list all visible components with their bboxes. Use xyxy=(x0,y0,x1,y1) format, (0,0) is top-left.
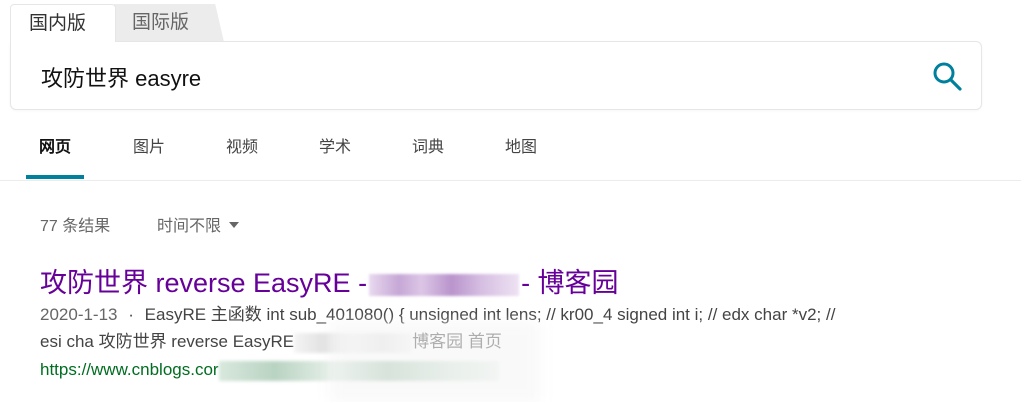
result-date: 2020-1-13 xyxy=(40,305,118,324)
region-tabs: 国内版 国际版 xyxy=(10,4,250,42)
result-title-suffix: - 博客园 xyxy=(521,268,619,298)
snippet-line-2: esi cha 攻防世界 reverse EasyRE xyxy=(40,332,295,351)
active-tab-indicator xyxy=(26,175,84,179)
tab-international[interactable]: 国际版 xyxy=(114,4,224,42)
redacted-snippet-segment xyxy=(294,332,413,353)
search-input[interactable] xyxy=(39,58,903,96)
snippet-line-2-end: 博客园 首页 xyxy=(412,332,502,351)
result-count: 77 条结果 xyxy=(40,218,111,235)
redacted-url-segment xyxy=(218,360,499,381)
tab-videos[interactable]: 视频 xyxy=(223,130,261,178)
nav-divider xyxy=(0,180,1021,181)
tab-images[interactable]: 图片 xyxy=(130,130,168,178)
redacted-title-segment xyxy=(369,273,520,296)
result-url[interactable]: https://www.cnblogs.cor xyxy=(40,360,499,381)
result-title-link[interactable]: 攻防世界 reverse EasyRE - - 博客园 xyxy=(40,261,619,300)
result-snippet: 2020-1-13 · EasyRE 主函数 int sub_401080() … xyxy=(40,301,970,355)
time-filter-dropdown[interactable]: 时间不限 xyxy=(157,212,240,236)
tab-domestic[interactable]: 国内版 xyxy=(10,4,116,42)
result-url-text: https://www.cnblogs.cor xyxy=(40,360,219,379)
tab-dictionary[interactable]: 词典 xyxy=(409,130,447,178)
time-filter-label: 时间不限 xyxy=(157,218,222,235)
search-icon xyxy=(933,62,962,91)
chevron-down-icon xyxy=(229,221,240,228)
tab-web[interactable]: 网页 xyxy=(26,130,84,178)
result-title-prefix: 攻防世界 reverse EasyRE - xyxy=(40,268,368,298)
snippet-line-1: EasyRE 主函数 int sub_401080() { unsigned i… xyxy=(144,305,836,324)
vertical-nav: 网页 图片 视频 学术 词典 地图 xyxy=(26,130,1021,180)
search-box xyxy=(10,41,982,110)
snippet-separator: · xyxy=(128,305,134,324)
search-button[interactable] xyxy=(931,60,965,94)
tab-maps[interactable]: 地图 xyxy=(502,130,540,178)
tab-academic[interactable]: 学术 xyxy=(316,130,354,178)
